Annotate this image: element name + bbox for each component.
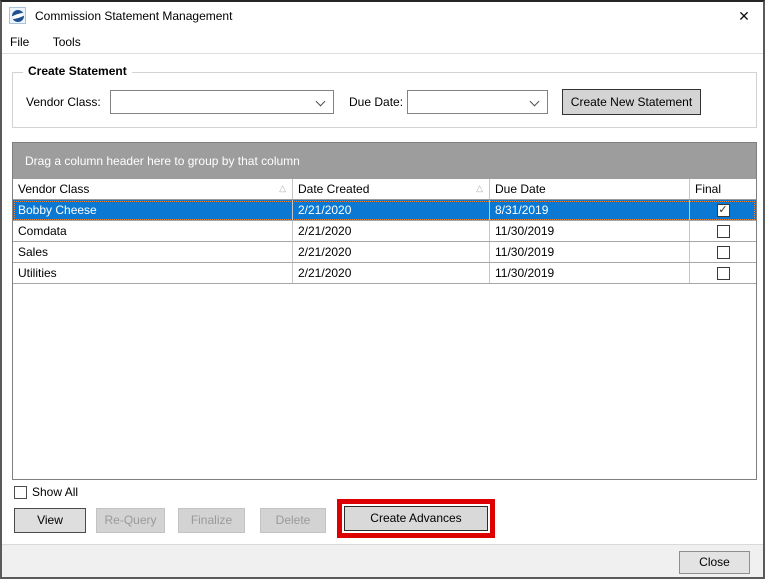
final-checkbox-unchecked[interactable] <box>717 225 730 238</box>
red-highlight-annotation: Create Advances <box>337 499 495 538</box>
commission-statement-management-window: Commission Statement Management ✕ File T… <box>0 0 765 579</box>
window-close-icon[interactable]: ✕ <box>735 7 753 25</box>
cell-due-date: 8/31/2019 <box>490 200 690 220</box>
cell-final <box>690 221 756 241</box>
sort-ascending-icon: △ <box>476 184 483 193</box>
show-all-option: Show All <box>14 485 78 499</box>
title-bar: Commission Statement Management ✕ <box>2 2 763 30</box>
column-header-final[interactable]: Final <box>690 179 756 199</box>
show-all-checkbox[interactable] <box>14 486 27 499</box>
statements-grid: Drag a column header here to group by th… <box>12 142 757 480</box>
cell-final: ✓ <box>690 200 756 220</box>
delete-button: Delete <box>260 508 326 533</box>
cell-due-date: 11/30/2019 <box>490 221 690 241</box>
sort-ascending-icon: △ <box>279 184 286 193</box>
cell-date-created: 2/21/2020 <box>293 221 490 241</box>
vendor-class-label: Vendor Class: <box>26 90 101 114</box>
cell-final <box>690 263 756 283</box>
create-statement-groupbox: Create Statement Vendor Class: Due Date:… <box>12 72 757 128</box>
cell-final <box>690 242 756 262</box>
table-row[interactable]: Sales 2/21/2020 11/30/2019 <box>13 242 756 263</box>
due-date-combobox[interactable] <box>407 90 548 114</box>
final-checkbox-unchecked[interactable] <box>717 246 730 259</box>
bottom-bar: Close <box>2 544 763 577</box>
finalize-button: Finalize <box>178 508 245 533</box>
group-by-band: Drag a column header here to group by th… <box>13 143 756 179</box>
cell-date-created: 2/21/2020 <box>293 200 490 220</box>
create-advances-button[interactable]: Create Advances <box>344 506 488 531</box>
table-row[interactable]: Bobby Cheese 2/21/2020 8/31/2019 ✓ <box>13 200 756 221</box>
groupbox-title: Create Statement <box>23 64 132 78</box>
window-title: Commission Statement Management <box>35 2 232 30</box>
cell-vendor-class: Comdata <box>13 221 293 241</box>
view-button[interactable]: View <box>14 508 86 533</box>
column-header-vendor-class[interactable]: Vendor Class △ <box>13 179 293 199</box>
cell-vendor-class: Sales <box>13 242 293 262</box>
cell-vendor-class: Bobby Cheese <box>13 200 293 220</box>
final-checkbox-checked[interactable]: ✓ <box>717 204 730 217</box>
grid-header-row: Vendor Class △ Date Created △ Due Date F… <box>13 179 756 200</box>
column-header-date-created[interactable]: Date Created △ <box>293 179 490 199</box>
show-all-label[interactable]: Show All <box>32 485 78 499</box>
re-query-button: Re-Query <box>96 508 165 533</box>
vendor-class-combobox[interactable] <box>110 90 334 114</box>
menu-bar: File Tools <box>2 31 763 54</box>
menu-tools[interactable]: Tools <box>43 31 91 53</box>
cell-due-date: 11/30/2019 <box>490 263 690 283</box>
cell-due-date: 11/30/2019 <box>490 242 690 262</box>
app-globe-swoosh-icon <box>9 7 26 24</box>
table-row[interactable]: Comdata 2/21/2020 11/30/2019 <box>13 221 756 242</box>
menu-file[interactable]: File <box>2 31 39 53</box>
chevron-down-icon <box>530 97 540 107</box>
cell-date-created: 2/21/2020 <box>293 263 490 283</box>
cell-date-created: 2/21/2020 <box>293 242 490 262</box>
cell-vendor-class: Utilities <box>13 263 293 283</box>
due-date-label: Due Date: <box>349 90 403 114</box>
final-checkbox-unchecked[interactable] <box>717 267 730 280</box>
close-button[interactable]: Close <box>679 551 750 574</box>
column-header-due-date[interactable]: Due Date <box>490 179 690 199</box>
create-new-statement-button[interactable]: Create New Statement <box>562 89 701 115</box>
chevron-down-icon <box>316 97 326 107</box>
table-row[interactable]: Utilities 2/21/2020 11/30/2019 <box>13 263 756 284</box>
